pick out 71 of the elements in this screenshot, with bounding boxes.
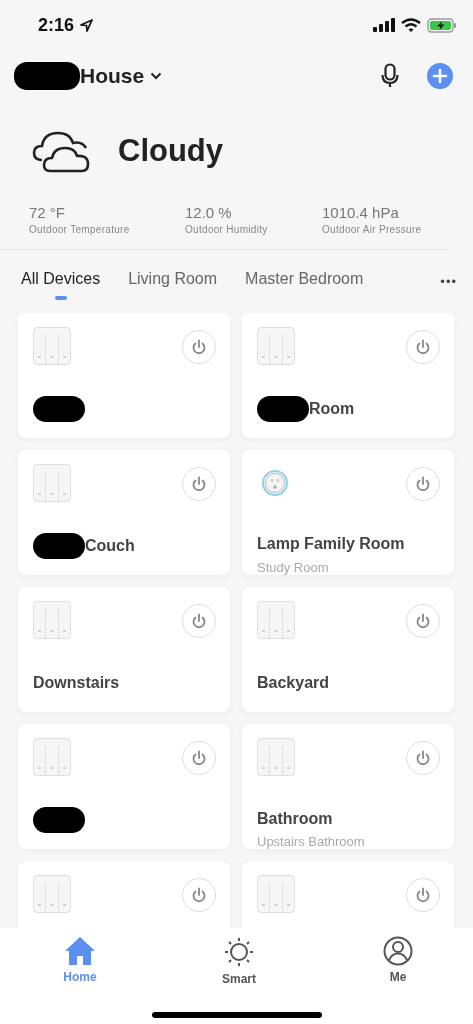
room-tab[interactable]: Living Room	[121, 260, 225, 302]
device-card[interactable]: Downstairs	[18, 587, 230, 712]
power-button[interactable]	[406, 467, 440, 501]
power-icon	[415, 476, 431, 492]
signal-icon	[373, 18, 395, 32]
power-button[interactable]	[182, 878, 216, 912]
wall-switch-icon	[33, 464, 71, 502]
device-card[interactable]	[18, 724, 230, 849]
stat-value: 1010.4 hPa	[322, 204, 400, 221]
stat-label: Outdoor Temperature	[29, 224, 131, 235]
microphone-icon[interactable]	[381, 63, 399, 89]
more-tabs-button[interactable]: •••	[440, 273, 457, 289]
stat-value: 12.0 %	[185, 204, 233, 221]
power-button[interactable]	[182, 604, 216, 638]
home-icon	[64, 936, 96, 966]
power-button[interactable]	[406, 330, 440, 364]
device-card[interactable]: Backyard	[242, 587, 454, 712]
battery-charging-icon	[427, 17, 457, 33]
smart-plug-icon	[262, 470, 288, 496]
power-button[interactable]	[182, 330, 216, 364]
wall-switch-icon	[33, 875, 71, 913]
power-button[interactable]	[406, 878, 440, 912]
power-icon	[191, 476, 207, 492]
wall-switch-icon	[257, 875, 295, 913]
nav-tab[interactable]: Smart	[209, 936, 269, 986]
device-name: Downstairs	[33, 674, 120, 692]
wall-switch-icon	[257, 327, 295, 365]
wall-switch-icon	[257, 601, 295, 639]
chevron-down-icon	[150, 72, 163, 80]
location-arrow-icon	[80, 18, 94, 32]
home-selector[interactable]: House	[14, 62, 163, 90]
power-icon	[191, 613, 207, 629]
nav-tab[interactable]: Me	[368, 936, 428, 986]
power-icon	[415, 339, 431, 355]
device-name: Bathroom	[257, 809, 333, 828]
power-button[interactable]	[406, 741, 440, 775]
weather-condition: Cloudy	[118, 133, 224, 169]
wifi-icon	[401, 17, 421, 33]
device-name: Room	[309, 400, 355, 418]
stat-value: 72 °F	[29, 204, 66, 221]
device-card[interactable]	[18, 313, 230, 438]
power-icon	[415, 750, 431, 766]
add-button[interactable]	[427, 63, 453, 89]
device-name: Couch	[85, 537, 135, 555]
room-tab[interactable]: All Devices	[14, 260, 108, 302]
sun-icon	[223, 936, 255, 968]
power-button[interactable]	[182, 741, 216, 775]
status-time: 2:16	[38, 14, 75, 36]
device-card[interactable]: Bathroom Upstairs Bathroom	[242, 724, 454, 849]
device-room: Upstairs Bathroom	[257, 834, 366, 849]
wall-switch-icon	[33, 601, 71, 639]
wall-switch-icon	[33, 738, 71, 776]
device-card[interactable]: Lamp Family Room Study Room	[242, 450, 454, 575]
stat-label: Outdoor Air Pressure	[322, 224, 422, 235]
power-icon	[415, 887, 431, 903]
device-card[interactable]: Room	[242, 313, 454, 438]
user-icon	[383, 936, 413, 966]
room-tab[interactable]: Master Bedroom	[238, 260, 371, 302]
device-room: Study Room	[257, 560, 330, 575]
wall-switch-icon	[33, 327, 71, 365]
power-icon	[191, 339, 207, 355]
device-name: Backyard	[257, 674, 330, 692]
device-name: Lamp Family Room	[257, 535, 405, 553]
stat-label: Outdoor Humidity	[185, 224, 269, 235]
device-card[interactable]: Couch	[18, 450, 230, 575]
power-button[interactable]	[182, 467, 216, 501]
wall-switch-icon	[257, 738, 295, 776]
power-icon	[191, 887, 207, 903]
power-icon	[415, 613, 431, 629]
power-icon	[191, 750, 207, 766]
power-button[interactable]	[406, 604, 440, 638]
